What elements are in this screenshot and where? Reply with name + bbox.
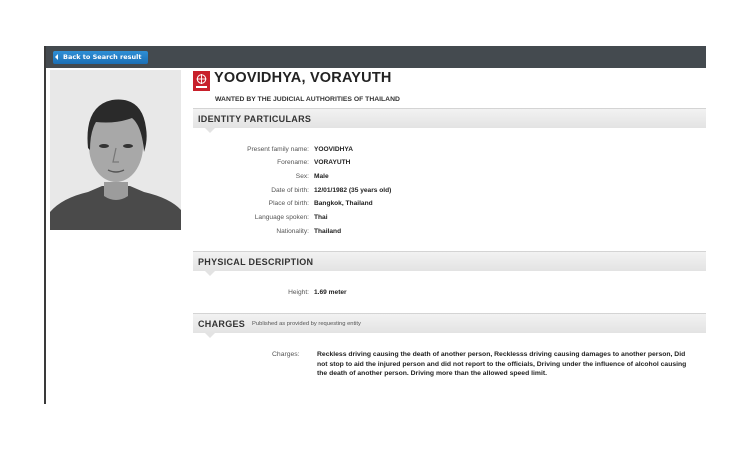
section-notch <box>205 128 215 133</box>
field-label: Nationality: <box>276 228 309 235</box>
field-label: Present family name: <box>247 146 309 153</box>
field-value: Male <box>314 173 329 180</box>
field-label: Date of birth: <box>271 187 309 194</box>
field-value: VORAYUTH <box>314 159 351 166</box>
field-value: 12/01/1982 (35 years old) <box>314 187 392 194</box>
section-notch <box>205 271 215 276</box>
interpol-emblem-icon <box>193 71 210 91</box>
field-label: Place of birth: <box>268 200 309 207</box>
field-value: Thailand <box>314 228 342 235</box>
panel-edge <box>44 46 46 404</box>
identity-section-title: IDENTITY PARTICULARS <box>198 114 312 124</box>
field-value: YOOVIDHYA <box>314 146 353 153</box>
field-value: Thai <box>314 214 328 221</box>
field-label: Height: <box>288 289 309 296</box>
person-photo <box>50 70 181 230</box>
physical-section-header: PHYSICAL DESCRIPTION <box>193 251 706 276</box>
field-label: Language spoken: <box>254 214 309 221</box>
field-value: 1.69 meter <box>314 289 347 296</box>
physical-section-title: PHYSICAL DESCRIPTION <box>198 257 314 267</box>
portrait-image <box>50 70 181 230</box>
charges-section-header: CHARGES Published as provided by request… <box>193 313 706 338</box>
charges-text: Reckless driving causing the death of an… <box>317 351 687 377</box>
section-notch <box>205 333 215 338</box>
field-label: Sex: <box>295 173 309 180</box>
back-button-label: Back to Search result <box>63 53 142 61</box>
identity-section-header: IDENTITY PARTICULARS <box>193 108 706 133</box>
field-value: Bangkok, Thailand <box>314 200 373 207</box>
charges-section-subtitle: Published as provided by requesting enti… <box>252 321 361 327</box>
charges-label: Charges: <box>272 351 300 358</box>
wanted-by-text: WANTED BY THE JUDICIAL AUTHORITIES OF TH… <box>215 96 400 103</box>
field-label: Forename: <box>277 159 309 166</box>
charges-section-title: CHARGES <box>198 319 246 329</box>
person-name: YOOVIDHYA, VORAYUTH <box>214 70 392 86</box>
back-to-search-button[interactable]: Back to Search result <box>53 51 148 64</box>
